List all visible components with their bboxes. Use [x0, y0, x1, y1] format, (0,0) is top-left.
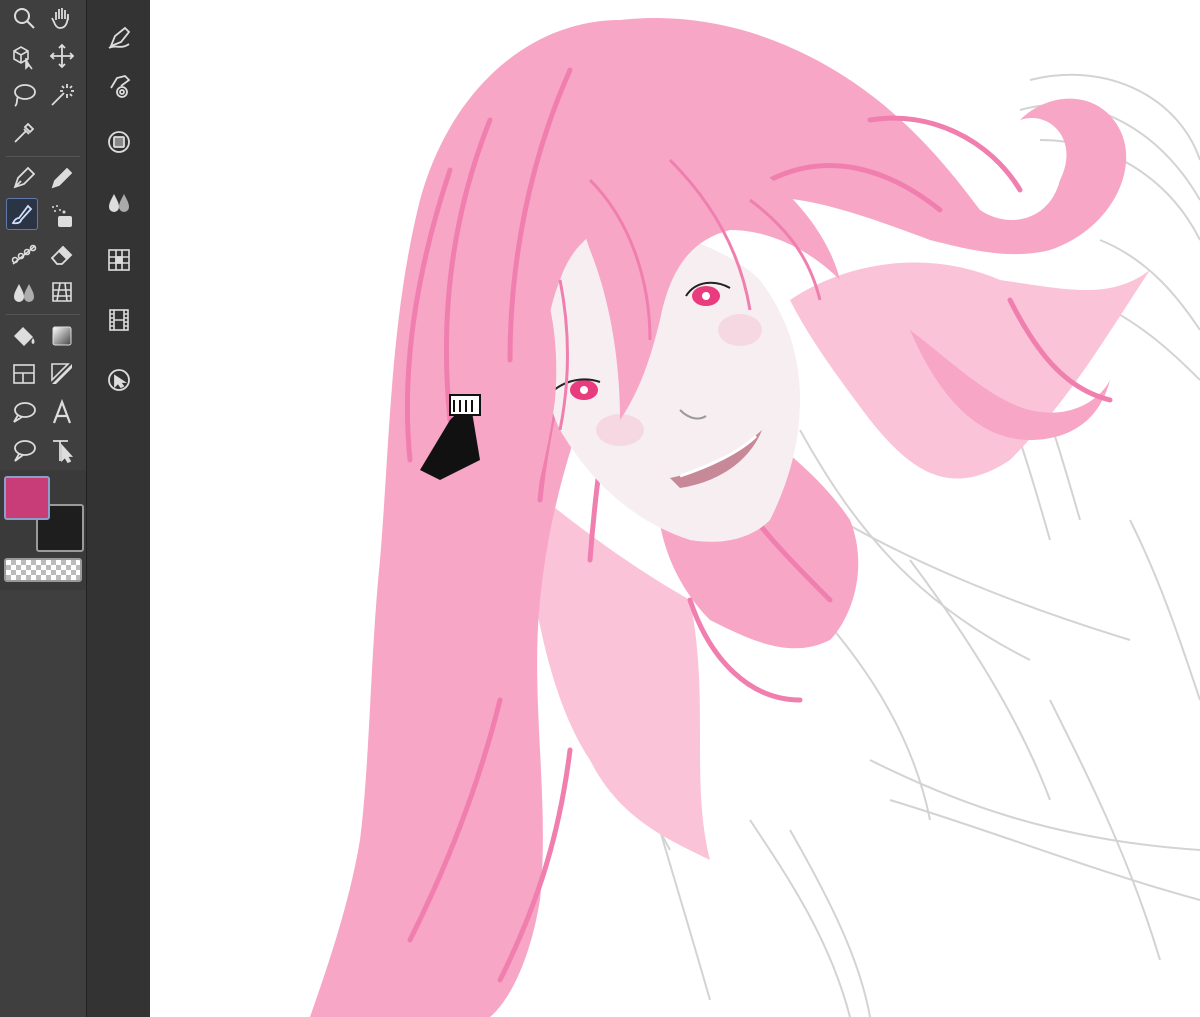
toolbar-divider [6, 314, 80, 315]
clip-studio-window [0, 0, 1200, 1017]
airbrush-icon[interactable] [46, 200, 78, 232]
frame-border-icon[interactable] [8, 358, 40, 390]
transparent-color-chip[interactable] [4, 558, 82, 582]
lasso-target-icon[interactable] [103, 70, 135, 102]
eyedropper-icon[interactable] [8, 116, 40, 148]
decoration-icon[interactable] [8, 238, 40, 270]
main-color-chip[interactable] [4, 476, 50, 520]
object-select-icon[interactable] [8, 40, 40, 72]
eraser-icon[interactable] [46, 238, 78, 270]
fill-icon[interactable] [8, 320, 40, 352]
sub-tool-column [86, 0, 150, 1017]
layer-property-icon[interactable] [103, 126, 135, 158]
magic-wand-icon[interactable] [46, 78, 78, 110]
text-icon[interactable] [46, 396, 78, 428]
pencil-icon[interactable] [46, 162, 78, 194]
drawing-canvas[interactable] [150, 0, 1200, 1017]
lasso-selection-icon[interactable] [8, 78, 40, 110]
move-layer-icon[interactable] [46, 40, 78, 72]
tool-palette [0, 0, 86, 1017]
brush-icon[interactable] [6, 198, 38, 230]
zoom-icon[interactable] [8, 2, 40, 34]
gradient-icon[interactable] [46, 320, 78, 352]
figure-icon[interactable] [46, 276, 78, 308]
vector-pen-icon[interactable] [103, 22, 135, 54]
pen-icon[interactable] [8, 162, 40, 194]
blend-drops-icon[interactable] [103, 186, 135, 218]
toolbar-divider [6, 156, 80, 157]
balloon-icon[interactable] [8, 396, 40, 428]
artwork [310, 18, 1200, 1017]
film-icon[interactable] [103, 304, 135, 336]
cursor-icon[interactable] [103, 364, 135, 396]
blend-icon[interactable] [8, 276, 40, 308]
speech-balloon-icon[interactable] [8, 434, 40, 466]
correct-line-icon[interactable] [46, 434, 78, 466]
grid-icon[interactable] [103, 244, 135, 276]
hand-icon[interactable] [46, 2, 78, 34]
ruler-icon[interactable] [46, 358, 78, 390]
